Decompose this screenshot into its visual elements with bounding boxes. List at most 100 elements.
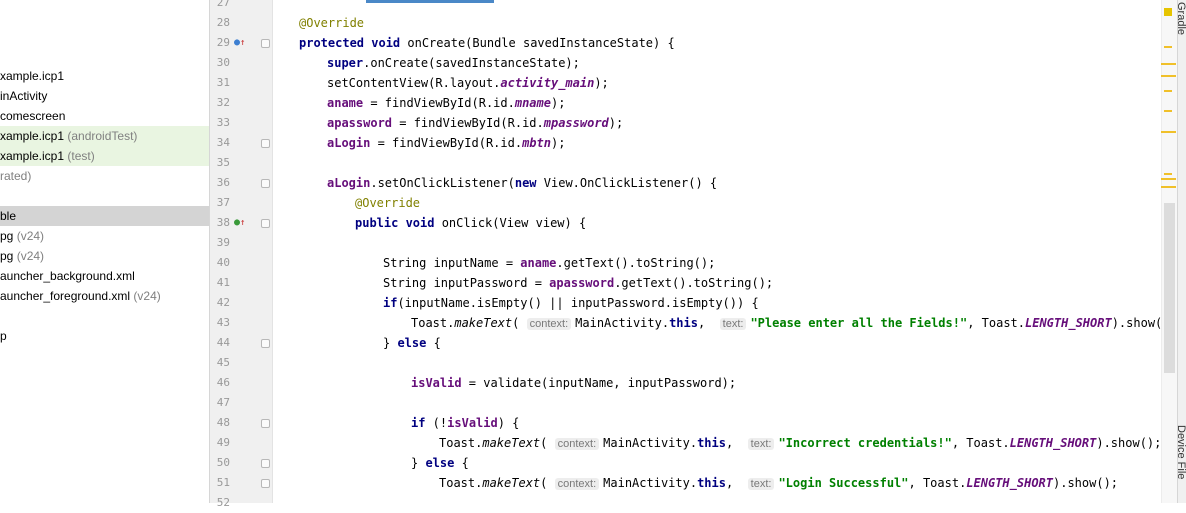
- code-token: MainActivity.: [575, 316, 670, 330]
- code-token: Toast.: [411, 316, 455, 330]
- tree-item-label: inActivity: [0, 89, 48, 103]
- editor-scrollbar-thumb[interactable]: [1164, 203, 1175, 373]
- code-line: setContentView(R.layout.activity_main);: [327, 73, 609, 93]
- error-stripe-marker[interactable]: [1161, 178, 1176, 180]
- code-token: (: [512, 316, 527, 330]
- line-number: 27: [216, 0, 230, 9]
- code-line: Toast.makeText( context: MainActivity.thi…: [439, 473, 1118, 493]
- code-token: super: [327, 56, 364, 70]
- code-token: "Please enter all the Fields!": [750, 316, 968, 330]
- fold-icon[interactable]: [261, 339, 270, 348]
- tree-item-label: xample.icp1: [0, 129, 65, 143]
- line-number: 29: [216, 36, 230, 49]
- code-token: , Toast.: [967, 316, 1025, 330]
- project-tree-item[interactable]: rated): [0, 166, 209, 186]
- tree-item-hint: (test): [64, 149, 95, 163]
- code-token: = findViewById(R.id.: [363, 96, 515, 110]
- code-line: protected void onCreate(Bundle savedInst…: [299, 33, 675, 53]
- code-token: (inputName.isEmpty() || inputPassword.is…: [397, 296, 759, 310]
- parameter-hint: text:: [747, 478, 775, 490]
- override-gutter-icon[interactable]: ●↑: [234, 213, 246, 233]
- parameter-hint: context:: [554, 478, 600, 490]
- project-tree-item[interactable]: auncher_foreground.xml (v24): [0, 286, 209, 306]
- code-token: isValid: [411, 376, 462, 390]
- code-editor[interactable]: @Override protected void onCreate(Bundle …: [273, 0, 1161, 503]
- device-file-explorer-tab[interactable]: Device File: [1178, 425, 1186, 479]
- tree-item-hint: (v24): [13, 249, 45, 263]
- code-token: .onCreate(savedInstanceState);: [363, 56, 580, 70]
- code-token: makeText: [482, 476, 541, 490]
- code-token: @Override: [355, 196, 421, 210]
- error-stripe-marker[interactable]: [1161, 75, 1176, 77]
- code-token: MainActivity.: [603, 476, 698, 490]
- fold-icon[interactable]: [261, 479, 270, 488]
- code-token: LENGTH_SHORT: [1025, 316, 1112, 330]
- error-stripe-marker[interactable]: [1164, 173, 1172, 175]
- line-number: 36: [216, 176, 230, 189]
- tree-item-label: auncher_background.xml: [0, 269, 135, 283]
- error-stripe-marker[interactable]: [1161, 63, 1176, 65]
- code-line: } else {: [383, 333, 441, 353]
- override-gutter-icon[interactable]: ●↑: [234, 33, 246, 53]
- project-tree-item[interactable]: xample.icp1 (androidTest): [0, 126, 209, 146]
- fold-icon[interactable]: [261, 219, 270, 228]
- tree-item-label: p: [0, 329, 7, 343]
- project-tree-item[interactable]: inActivity: [0, 86, 209, 106]
- code-token: ).show();: [1111, 316, 1161, 330]
- project-tree-item[interactable]: pg (v24): [0, 246, 209, 266]
- line-number: 44: [216, 336, 230, 349]
- code-token: mpassword: [543, 116, 609, 130]
- project-tree-item[interactable]: ble: [0, 206, 209, 226]
- fold-icon[interactable]: [261, 39, 270, 48]
- line-number: 39: [216, 236, 230, 249]
- error-stripe-marker[interactable]: [1164, 46, 1172, 48]
- project-tree-item[interactable]: [0, 306, 209, 326]
- code-token: ).show();: [1053, 476, 1119, 490]
- code-token: Toast.: [439, 436, 483, 450]
- tree-item-label: xample.icp1: [0, 69, 65, 83]
- inspection-status-icon[interactable]: [1164, 8, 1172, 16]
- project-tree-item[interactable]: xample.icp1: [0, 66, 209, 86]
- code-token: aLogin: [327, 176, 371, 190]
- project-tree-item[interactable]: comescreen: [0, 106, 209, 126]
- project-tree-item[interactable]: [0, 186, 209, 206]
- fold-icon[interactable]: [261, 139, 270, 148]
- tree-item-label: rated): [0, 169, 32, 183]
- parameter-hint: context:: [526, 318, 572, 330]
- fold-icon[interactable]: [261, 459, 270, 468]
- tree-item-hint: (androidTest): [64, 129, 138, 143]
- code-token: apassword: [327, 116, 393, 130]
- code-line: public void onClick(View view) {: [355, 213, 586, 233]
- fold-icon[interactable]: [261, 179, 270, 188]
- code-token: onCreate(Bundle savedInstanceState) {: [407, 36, 675, 50]
- code-line: String inputPassword = apassword.getText…: [383, 273, 773, 293]
- code-token: if: [411, 416, 426, 430]
- code-token: protected void: [299, 36, 408, 50]
- line-number: 46: [216, 376, 230, 389]
- error-stripe-marker[interactable]: [1161, 131, 1176, 133]
- code-line: super.onCreate(savedInstanceState);: [327, 53, 580, 73]
- project-tree-item[interactable]: pg (v24): [0, 226, 209, 246]
- error-stripe-marker[interactable]: [1164, 90, 1172, 92]
- code-line: if (!isValid) {: [411, 413, 519, 433]
- gradle-tab[interactable]: Gradle: [1178, 2, 1186, 35]
- project-tree-item[interactable]: xample.icp1 (test): [0, 146, 209, 166]
- code-token: );: [550, 96, 566, 110]
- code-token: = findViewById(R.id.: [392, 116, 544, 130]
- fold-icon[interactable]: [261, 419, 270, 428]
- code-token: .getText().toString();: [614, 276, 774, 290]
- project-tree-item[interactable]: p: [0, 326, 209, 346]
- tree-item-label: ble: [0, 209, 17, 223]
- line-number: 33: [216, 116, 230, 129]
- line-number: 42: [216, 296, 230, 309]
- code-token: new: [514, 176, 544, 190]
- code-token: );: [608, 116, 624, 130]
- code-token: aLogin: [327, 136, 371, 150]
- tree-item-hint: (v24): [130, 289, 161, 303]
- tree-item-label: pg: [0, 229, 14, 243]
- code-token: makeText: [454, 316, 513, 330]
- project-tree-item[interactable]: auncher_background.xml: [0, 266, 209, 286]
- error-stripe-marker[interactable]: [1161, 186, 1176, 188]
- right-tool-window-bar: Gradle Device File: [1177, 0, 1186, 503]
- error-stripe-marker[interactable]: [1164, 110, 1172, 112]
